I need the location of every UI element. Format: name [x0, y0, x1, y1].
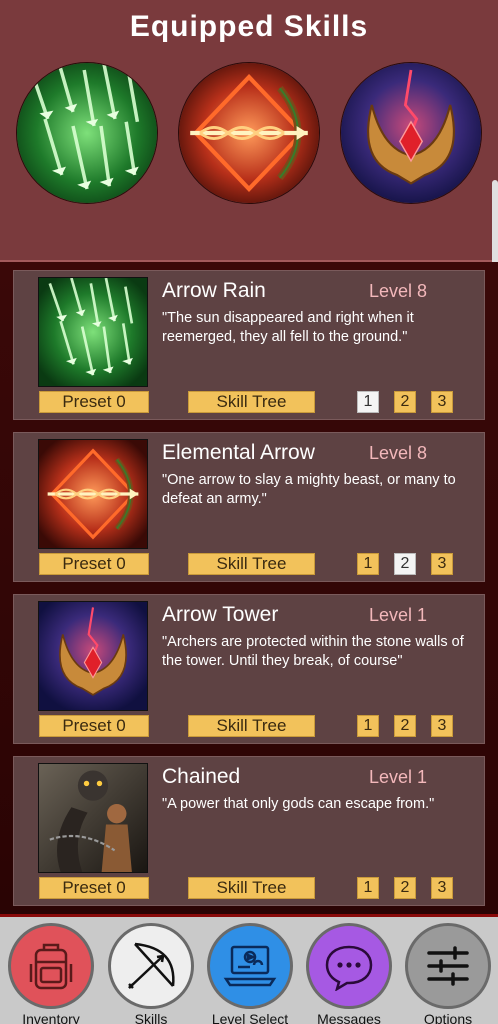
skill-thumbnail — [38, 763, 148, 873]
nav-skills[interactable]: Skills — [103, 923, 199, 1024]
skill-level: Level 1 — [369, 767, 428, 787]
skill-name: Elemental Arrow — [162, 441, 315, 464]
skill-level: Level 8 — [369, 443, 428, 463]
page-title: Equipped Skills — [129, 10, 369, 43]
equipped-slot-arrow-tower[interactable] — [340, 62, 482, 204]
bottom-navigation: Inventory Skills Level Select Messages O… — [0, 914, 498, 1024]
slot-2-button[interactable]: 2 — [394, 877, 416, 899]
slot-1-button[interactable]: 1 — [357, 877, 379, 899]
laptop-icon[interactable] — [207, 923, 293, 1009]
skill-thumbnail — [38, 277, 148, 387]
preset-button[interactable]: Preset 0 — [39, 391, 149, 413]
nav-label: Level Select — [211, 1011, 289, 1024]
skill-name: Arrow Rain — [162, 279, 266, 302]
slot-2-button[interactable]: 2 — [394, 553, 416, 575]
slot-1-button[interactable]: 1 — [357, 715, 379, 737]
arrow-rain-icon — [17, 63, 157, 203]
skill-thumbnail — [38, 601, 148, 711]
skill-list[interactable]: Arrow Rain Level 8 "The sun disappeared … — [0, 262, 498, 914]
skill-tree-button[interactable]: Skill Tree — [188, 715, 315, 737]
skill-level: Level 1 — [369, 605, 428, 625]
skill-thumbnail — [38, 439, 148, 549]
skill-tree-button[interactable]: Skill Tree — [188, 553, 315, 575]
nav-messages[interactable]: Messages — [301, 923, 397, 1024]
skill-name: Chained — [162, 765, 241, 788]
skill-tree-button[interactable]: Skill Tree — [188, 391, 315, 413]
nav-label: Options — [423, 1011, 473, 1024]
chained-icon — [39, 764, 147, 872]
backpack-icon[interactable] — [8, 923, 94, 1009]
skill-description: "A power that only gods can escape from.… — [162, 796, 435, 812]
skill-description: "One arrow to slay a mighty beast, or ma… — [162, 472, 456, 507]
equipped-slot-arrow-rain[interactable] — [16, 62, 158, 204]
skill-card-arrow-tower[interactable]: Arrow Tower Level 1 "Archers are protect… — [13, 594, 485, 744]
slot-3-button[interactable]: 3 — [431, 391, 453, 413]
slot-1-button[interactable]: 1 — [357, 553, 379, 575]
slot-2-button[interactable]: 2 — [394, 391, 416, 413]
slot-1-button[interactable]: 1 — [357, 391, 379, 413]
skill-card-arrow-rain[interactable]: Arrow Rain Level 8 "The sun disappeared … — [13, 270, 485, 420]
arrow-rain-icon — [39, 278, 147, 386]
nav-options[interactable]: Options — [400, 923, 496, 1024]
nav-level-select[interactable]: Level Select — [202, 923, 298, 1024]
preset-button[interactable]: Preset 0 — [39, 877, 149, 899]
skill-card-chained[interactable]: Chained Level 1 "A power that only gods … — [13, 756, 485, 906]
skill-level: Level 8 — [369, 281, 428, 301]
elemental-arrow-icon — [39, 440, 147, 548]
preset-button[interactable]: Preset 0 — [39, 553, 149, 575]
slot-3-button[interactable]: 3 — [431, 553, 453, 575]
chat-bubble-icon[interactable] — [306, 923, 392, 1009]
skill-name: Arrow Tower — [162, 603, 279, 626]
equipped-skills-header: Equipped Skills — [0, 0, 498, 262]
arrow-tower-icon — [341, 63, 481, 203]
elemental-arrow-icon — [179, 63, 319, 203]
slot-2-button[interactable]: 2 — [394, 715, 416, 737]
skill-card-elemental-arrow[interactable]: Elemental Arrow Level 8 "One arrow to sl… — [13, 432, 485, 582]
skill-description: "The sun disappeared and right when it r… — [162, 310, 414, 345]
nav-label: Skills — [134, 1011, 168, 1024]
skill-tree-button[interactable]: Skill Tree — [188, 877, 315, 899]
skill-description: "Archers are protected within the stone … — [162, 634, 464, 669]
slot-3-button[interactable]: 3 — [431, 877, 453, 899]
bow-icon[interactable] — [108, 923, 194, 1009]
slot-3-button[interactable]: 3 — [431, 715, 453, 737]
preset-button[interactable]: Preset 0 — [39, 715, 149, 737]
equipped-slot-elemental-arrow[interactable] — [178, 62, 320, 204]
nav-label: Inventory — [22, 1011, 80, 1024]
nav-label: Messages — [317, 1011, 381, 1024]
arrow-tower-icon — [39, 602, 147, 710]
sliders-icon[interactable] — [405, 923, 491, 1009]
nav-inventory[interactable]: Inventory — [3, 923, 99, 1024]
